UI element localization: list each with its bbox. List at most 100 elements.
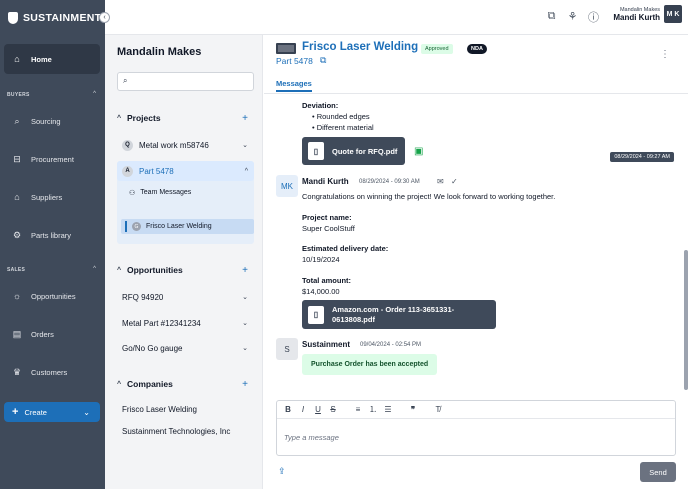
clear-format-icon[interactable]: T̸ bbox=[434, 405, 442, 414]
document-check-icon[interactable]: ▣ bbox=[414, 146, 423, 157]
top-icons: ⧉ ⚘ ⓘ bbox=[545, 10, 600, 24]
project-item[interactable]: Q Metal work m58746 ⌄ bbox=[117, 135, 254, 155]
user-org: Mandalin Makes bbox=[619, 6, 660, 13]
opportunity-item[interactable]: Metal Part #12341234 ⌄ bbox=[117, 313, 254, 333]
team-icon: ⚇ bbox=[129, 189, 136, 197]
create-label: Create bbox=[24, 407, 47, 417]
sidebar-item-parts-library[interactable]: ⚙ Parts library bbox=[4, 220, 100, 250]
parts-icon: ⚙ bbox=[12, 229, 22, 240]
chevron-up-icon[interactable]: ^ bbox=[245, 168, 248, 175]
network-icon[interactable]: ⚘ bbox=[566, 10, 579, 23]
send-button[interactable]: Send bbox=[640, 462, 676, 482]
sidebar-item-label: Customers bbox=[31, 367, 68, 377]
message-input[interactable]: Type a message bbox=[284, 433, 339, 442]
sidebar-item-customers[interactable]: ♛ Customers bbox=[4, 357, 100, 387]
tab-messages[interactable]: Messages bbox=[276, 79, 312, 92]
section-sales: SALES bbox=[7, 267, 26, 273]
company-item[interactable]: Frisco Laser Welding bbox=[122, 405, 197, 414]
sidebar-item-label: Home bbox=[31, 54, 52, 64]
projects-label: Projects bbox=[127, 113, 161, 123]
message-sender: Mandi Kurth bbox=[302, 177, 349, 186]
help-icon[interactable]: ⓘ bbox=[587, 10, 600, 24]
chevron-up-icon[interactable]: ^ bbox=[93, 266, 96, 272]
thread-title[interactable]: Frisco Laser Welding bbox=[302, 41, 418, 53]
sidebar-item-procurement[interactable]: ⊟ Procurement bbox=[4, 144, 100, 174]
message-thread: Frisco Laser Welding Approved NDA Part 5… bbox=[264, 35, 688, 489]
avatar[interactable]: M K bbox=[664, 5, 682, 23]
add-company-icon[interactable]: + bbox=[242, 379, 248, 390]
message-feed: Deviation: • Rounded edges • Different m… bbox=[264, 95, 688, 395]
sidebar-item-label: Sourcing bbox=[31, 116, 61, 126]
chevron-up-icon[interactable]: ^ bbox=[93, 91, 96, 97]
quote-file-attachment[interactable]: ▯ Quote for RFQ.pdf bbox=[302, 137, 405, 165]
sidebar-item-orders[interactable]: ▤ Orders bbox=[4, 319, 100, 349]
projects-header[interactable]: ^ Projects + bbox=[117, 110, 254, 126]
message-sender: Sustainment bbox=[302, 340, 351, 349]
project-badge: A bbox=[122, 165, 133, 177]
companies-label: Companies bbox=[127, 379, 173, 389]
chevron-down-icon[interactable]: ⌄ bbox=[242, 293, 248, 301]
user-name: Mandi Kurth bbox=[613, 12, 660, 22]
underline-icon[interactable]: U bbox=[314, 405, 322, 414]
check-icon: ✓ bbox=[451, 177, 458, 186]
sidebar-item-label: Parts library bbox=[31, 230, 72, 240]
ordered-list-icon[interactable]: ⒈ bbox=[369, 404, 377, 415]
companies-header[interactable]: ^ Companies + bbox=[117, 376, 254, 392]
sidebar-item-home[interactable]: ⌂ Home bbox=[4, 44, 100, 74]
add-opportunity-icon[interactable]: + bbox=[242, 265, 248, 276]
opportunities-header[interactable]: ^ Opportunities + bbox=[117, 262, 254, 278]
upload-icon[interactable]: ⇪ bbox=[278, 466, 286, 477]
sidebar-item-opportunities[interactable]: ☼ Opportunities bbox=[4, 281, 100, 311]
crown-icon: ♛ bbox=[12, 366, 22, 377]
sidebar-item-sourcing[interactable]: ⌕ Sourcing bbox=[4, 106, 100, 136]
sidebar-item-suppliers[interactable]: ⌂ Suppliers bbox=[4, 182, 100, 212]
field-value: $14,000.00 bbox=[302, 287, 340, 296]
project-item-selected[interactable]: A Part 5478 ^ bbox=[117, 161, 254, 181]
add-project-icon[interactable]: + bbox=[242, 113, 248, 124]
bullet-list-icon[interactable]: ☰ bbox=[384, 405, 392, 414]
file-name: Quote for RFQ.pdf bbox=[332, 146, 398, 156]
tab-bar: Messages bbox=[264, 77, 688, 94]
bold-icon[interactable]: B bbox=[284, 405, 292, 414]
order-file-attachment[interactable]: ▯ Amazon.com - Order 113-3651331- 0613808… bbox=[302, 300, 496, 329]
formatting-toolbar: B I U S ≡ ⒈ ☰ ❞ T̸ bbox=[277, 401, 675, 419]
part-link[interactable]: Part 5478 bbox=[276, 56, 313, 66]
project-badge: Q bbox=[122, 139, 133, 151]
email-icon: ✉ bbox=[437, 177, 444, 186]
italic-icon[interactable]: I bbox=[299, 405, 307, 414]
external-link-icon[interactable]: ⧉ bbox=[320, 55, 326, 66]
opportunity-item[interactable]: RFQ 94920 ⌄ bbox=[117, 287, 254, 307]
search-input[interactable]: ⌕ bbox=[117, 72, 254, 91]
chevron-down-icon[interactable]: ⌄ bbox=[242, 344, 248, 352]
company-badge: G bbox=[132, 222, 141, 231]
avatar: S bbox=[276, 338, 298, 360]
thread-item-active[interactable]: G Frisco Laser Welding bbox=[121, 219, 254, 234]
brand[interactable]: SUSTAINMENT ‹ bbox=[0, 0, 110, 35]
status-badge: Approved bbox=[421, 44, 453, 54]
chevron-down-icon[interactable]: ⌄ bbox=[242, 141, 248, 149]
more-options-icon[interactable]: ⋮ bbox=[660, 49, 670, 60]
company-item[interactable]: Sustainment Technologies, Inc bbox=[122, 427, 230, 436]
sidebar-item-label: Opportunities bbox=[31, 291, 76, 301]
chevron-up-icon[interactable]: ^ bbox=[117, 267, 127, 274]
chevron-down-icon[interactable]: ⌄ bbox=[83, 408, 90, 417]
timestamp-tooltip: 08/29/2024 - 09:27 AM bbox=[610, 152, 674, 162]
lightbulb-icon: ☼ bbox=[12, 291, 22, 301]
copy-icon[interactable]: ⧉ bbox=[545, 10, 558, 23]
strikethrough-icon[interactable]: S bbox=[329, 405, 337, 414]
chevron-down-icon[interactable]: ⌄ bbox=[242, 319, 248, 327]
opportunity-item[interactable]: Go/No Go gauge ⌄ bbox=[117, 338, 254, 358]
chevron-up-icon[interactable]: ^ bbox=[117, 115, 127, 122]
project-label: Part 5478 bbox=[139, 166, 174, 176]
team-messages-item[interactable]: ⚇ Team Messages bbox=[117, 185, 254, 200]
thread-label: Frisco Laser Welding bbox=[146, 223, 212, 230]
scrollbar[interactable] bbox=[684, 250, 688, 390]
collapse-sidebar-icon[interactable]: ‹ bbox=[99, 12, 110, 23]
align-left-icon[interactable]: ≡ bbox=[354, 405, 362, 414]
field-label: Total amount: bbox=[302, 276, 352, 285]
user-menu[interactable]: Mandalin Makes Mandi Kurth M K bbox=[613, 5, 682, 23]
team-messages-label: Team Messages bbox=[140, 189, 192, 196]
chevron-up-icon[interactable]: ^ bbox=[117, 381, 127, 388]
create-button[interactable]: + Create ⌄ bbox=[4, 402, 100, 422]
quote-icon[interactable]: ❞ bbox=[409, 405, 417, 414]
